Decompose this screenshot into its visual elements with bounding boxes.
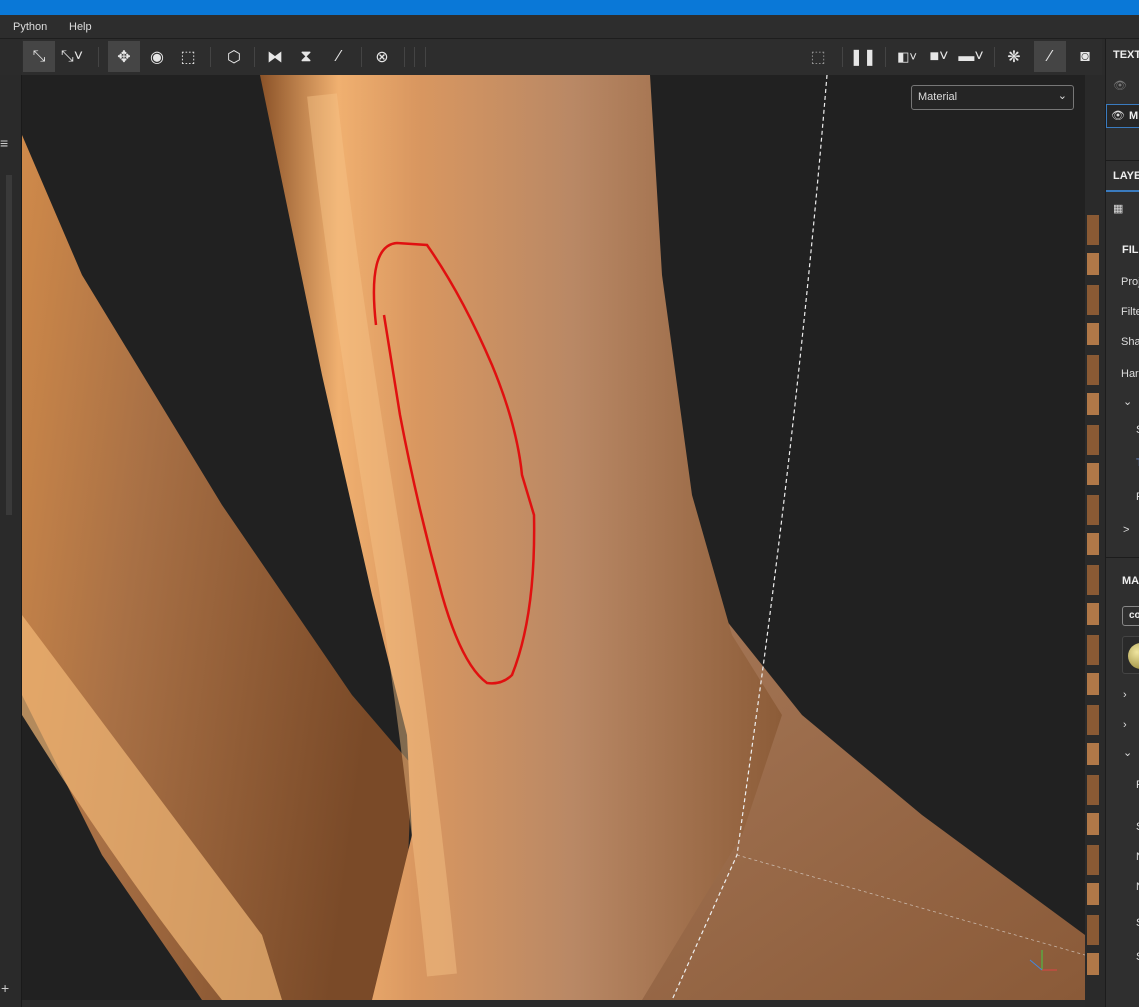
texture-set-title: TEXT: [1113, 49, 1139, 61]
toolbar: ⤡ ⤡˅ ✥ ◉ ⬚ ⬡ ⧓ ⧗ ⁄ ⊗ ⬚ ❚❚ ◧˅ ■˅ ▬˅ ❋ ⁄ ◙: [22, 39, 1102, 75]
transform-icon[interactable]: ⤡: [23, 41, 55, 72]
screenshot-icon[interactable]: ◙: [1069, 41, 1101, 72]
status-bar: [22, 1000, 1085, 1007]
scale-icon[interactable]: ⬚: [172, 41, 204, 72]
symmetry-icon[interactable]: ⁄: [323, 41, 355, 72]
transform-settings-icon[interactable]: ⤡˅: [56, 41, 88, 72]
menu-help[interactable]: Help: [69, 21, 92, 33]
texture-thumbnail-strip[interactable]: [1085, 75, 1105, 1007]
cube-dropdown-icon[interactable]: ⬡: [218, 41, 250, 72]
mirror-y-icon[interactable]: ⧗: [290, 41, 322, 72]
3d-model-view: [22, 75, 1085, 1000]
display-mode-select[interactable]: Material ⌄: [911, 85, 1074, 110]
texture-set-item[interactable]: 👁 M: [1106, 104, 1139, 128]
mirror-x-icon[interactable]: ⧓: [259, 41, 291, 72]
hide-selection-icon[interactable]: ⬚: [802, 41, 834, 72]
reset-icon[interactable]: ⊗: [366, 41, 398, 72]
left-sidebar: ≡ +: [0, 75, 22, 1007]
bake-icon[interactable]: ❋: [998, 41, 1030, 72]
layers-title: LAYE: [1113, 170, 1139, 182]
camera-icon[interactable]: ▬˅: [955, 41, 987, 72]
material-preview-sphere: [1128, 643, 1139, 669]
chevron-down-icon[interactable]: ⌄: [1123, 746, 1132, 759]
material-title: MA: [1122, 575, 1139, 587]
chevron-right-icon[interactable]: ›: [1123, 719, 1127, 731]
property-row[interactable]: Har: [1121, 368, 1139, 380]
title-bar: [0, 0, 1139, 15]
add-icon[interactable]: +: [1, 980, 9, 996]
move-icon[interactable]: ✥: [108, 41, 140, 72]
menu-icon[interactable]: ≡: [0, 135, 8, 151]
property-row[interactable]: Proj: [1121, 276, 1139, 288]
texture-set-name: M: [1129, 110, 1139, 122]
material-mode-button[interactable]: co: [1129, 610, 1139, 621]
property-row[interactable]: Sha: [1121, 336, 1139, 348]
visibility-icon[interactable]: 👁: [1113, 79, 1127, 92]
cube-view-icon[interactable]: ■˅: [923, 41, 955, 72]
chevron-right-icon[interactable]: >: [1123, 524, 1129, 536]
3d-viewport[interactable]: Material ⌄: [22, 75, 1085, 1000]
pause-icon[interactable]: ❚❚: [847, 41, 879, 72]
property-row[interactable]: Filte: [1121, 306, 1139, 318]
menu-python[interactable]: Python: [13, 21, 47, 33]
layer-settings-icon[interactable]: ▦: [1113, 202, 1123, 215]
split-view-icon[interactable]: ◧˅: [891, 41, 923, 72]
menu-bar: Python Help: [0, 15, 1139, 39]
chevron-down-icon[interactable]: ⌄: [1123, 395, 1132, 408]
filter-title: FIL: [1122, 244, 1139, 256]
rotate-icon[interactable]: ◉: [141, 41, 173, 72]
chevron-right-icon[interactable]: ›: [1123, 689, 1127, 701]
right-panel: TEXT 👁 👁 M LAYE ▦ FIL Proj Filte Sha Har…: [1105, 39, 1139, 1007]
display-mode-value: Material: [918, 91, 958, 103]
paint-brush-icon[interactable]: ⁄: [1034, 41, 1066, 72]
chevron-down-icon: ⌄: [1057, 90, 1067, 102]
eye-icon[interactable]: 👁: [1111, 109, 1125, 122]
scrollbar[interactable]: [6, 175, 12, 515]
